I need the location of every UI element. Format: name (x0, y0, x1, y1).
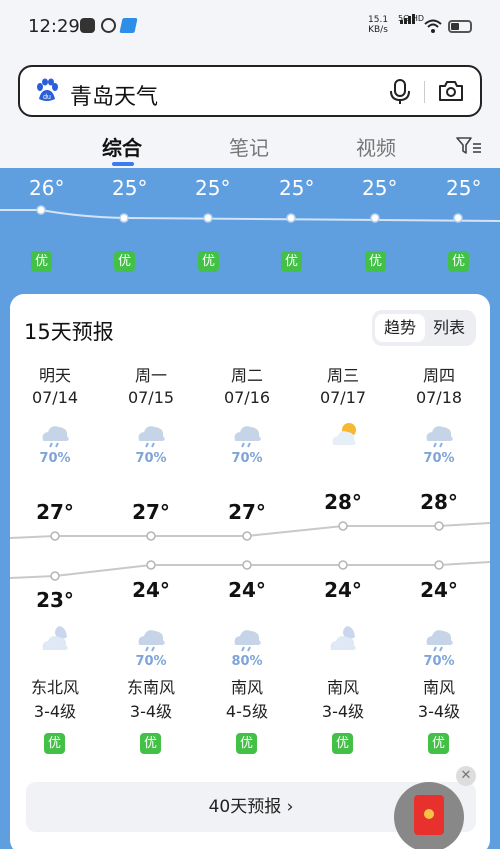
search-query[interactable]: 青岛天气 (70, 79, 158, 111)
high-temp: 28° (420, 490, 458, 514)
high-temp: 28° (324, 490, 362, 514)
tab-notes[interactable]: 笔记 (229, 132, 269, 161)
low-temp-point (338, 560, 348, 570)
low-temp-point (50, 571, 60, 581)
hourly-temperature-line (0, 205, 500, 223)
network-speed: 15.1 KB/s (368, 15, 389, 35)
cloud-rain-icon (135, 624, 171, 652)
day-date: 07/15 (127, 388, 175, 407)
tab-videos[interactable]: 视频 (356, 132, 396, 161)
day-date: 07/14 (31, 388, 79, 407)
moon-cloud-icon (39, 624, 75, 652)
wind-direction: 南风 (422, 678, 455, 697)
toggle-trend[interactable]: 趋势 (375, 314, 425, 342)
close-icon[interactable]: ✕ (456, 766, 476, 786)
day-date: 07/16 (223, 388, 271, 407)
forecast-title: 15天预报 (24, 320, 114, 344)
high-temp-point (50, 531, 60, 541)
hour-temp: 25° (446, 176, 482, 200)
baidu-paw-icon: du (37, 78, 58, 101)
day-name: 周二 (230, 366, 263, 385)
microphone-icon[interactable] (388, 79, 412, 105)
hour-temp: 25° (279, 176, 315, 200)
day-name: 明天 (38, 366, 71, 385)
toggle-list[interactable]: 列表 (424, 314, 474, 342)
wind-direction: 南风 (326, 678, 359, 697)
cloud-rain-icon (39, 420, 75, 448)
day-name: 周四 (422, 366, 455, 385)
hour-temp: 25° (362, 176, 398, 200)
battery-icon (448, 20, 472, 33)
high-temp-point (146, 531, 156, 541)
cloud-rain-icon (231, 624, 267, 652)
wind-level: 4-5级 (225, 702, 269, 721)
status-bar: 12:29 15.1 KB/s 5G HD (0, 0, 500, 52)
high-temp-point (434, 521, 444, 531)
night-precip: 70% (135, 654, 167, 669)
status-time: 12:29 (28, 16, 80, 37)
wind-direction: 南风 (230, 678, 263, 697)
wind-level: 3-4级 (33, 702, 77, 721)
forecast-card: 15天预报 趋势 列表 明天 07/14 70% 27° 23° 东北风 3-4级优周一 07… (10, 294, 490, 849)
air-quality-badge: 优 (428, 733, 449, 754)
cloud-rain-icon (423, 420, 459, 448)
cloud-rain-icon (423, 624, 459, 652)
wind-level: 3-4级 (417, 702, 461, 721)
view-toggle: 趋势 列表 (372, 310, 476, 346)
air-quality-badge: 优 (44, 733, 65, 754)
wifi-icon (424, 19, 442, 33)
hour-temp: 26° (29, 176, 65, 200)
air-quality-badge: 优 (448, 251, 469, 272)
low-temp-point (146, 560, 156, 570)
wind-direction: 东北风 (30, 678, 79, 697)
message-icon (80, 18, 95, 33)
night-precip: 80% (231, 654, 263, 669)
sun-cloud-icon (327, 420, 363, 448)
wind-level: 3-4级 (321, 702, 365, 721)
day-name: 周三 (326, 366, 359, 385)
night-precip: 70% (423, 654, 455, 669)
tab-composite[interactable]: 综合 (102, 132, 142, 161)
low-temp: 23° (36, 588, 74, 612)
day-date: 07/18 (415, 388, 463, 407)
air-quality-badge: 优 (31, 251, 52, 272)
camera-icon[interactable] (438, 79, 464, 103)
air-quality-badge: 优 (236, 733, 257, 754)
air-quality-badge: 优 (198, 251, 219, 272)
cloud-rain-icon (231, 420, 267, 448)
day-precip: 70% (135, 451, 167, 466)
day-precip: 70% (39, 451, 71, 466)
low-temp-point (434, 560, 444, 570)
air-quality-badge: 优 (114, 251, 135, 272)
air-quality-badge: 优 (332, 733, 353, 754)
divider (424, 81, 425, 103)
send-icon (119, 18, 138, 33)
filter-icon[interactable] (456, 136, 482, 156)
cloud-rain-icon (135, 420, 171, 448)
day-precip: 70% (231, 451, 263, 466)
high-temp-point (242, 531, 252, 541)
low-temp-point (242, 560, 252, 570)
app-notification-icon (101, 18, 116, 33)
hour-temp: 25° (112, 176, 148, 200)
high-temp-point (338, 521, 348, 531)
search-bar[interactable]: du 青岛天气 (18, 65, 482, 117)
day-name: 周一 (134, 366, 167, 385)
day-date: 07/17 (319, 388, 367, 407)
red-packet-float[interactable] (394, 782, 464, 849)
wind-direction: 东南风 (126, 678, 175, 697)
moon-cloud-icon (327, 624, 363, 652)
active-tab-indicator (112, 162, 134, 166)
air-quality-badge: 优 (281, 251, 302, 272)
wind-level: 3-4级 (129, 702, 173, 721)
temperature-trend-chart (10, 521, 490, 581)
svg-text:du: du (43, 94, 51, 101)
day-precip: 70% (423, 451, 455, 466)
air-quality-badge: 优 (365, 251, 386, 272)
hour-temp: 25° (195, 176, 231, 200)
red-envelope-icon (414, 795, 444, 835)
air-quality-badge: 优 (140, 733, 161, 754)
